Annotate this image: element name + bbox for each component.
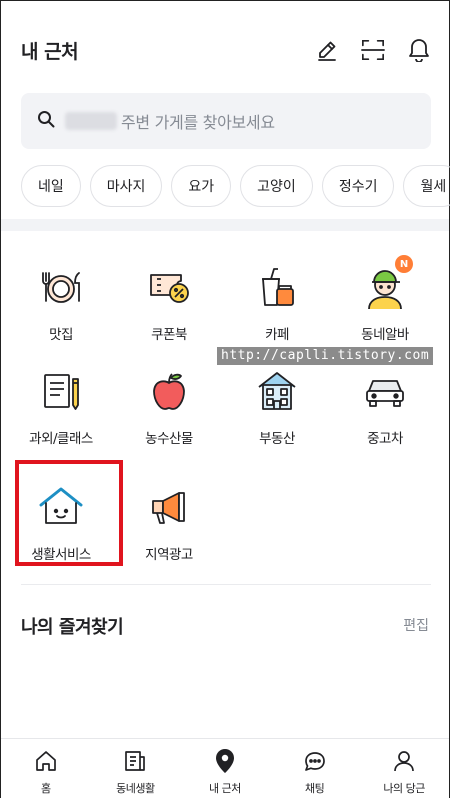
nav-nearby[interactable]: 내 근처 (180, 739, 270, 798)
header: 내 근처 (1, 1, 449, 81)
search-icon (37, 110, 55, 132)
edit-icon[interactable] (315, 37, 339, 63)
page-title: 내 근처 (21, 41, 79, 63)
category-label: 지역광고 (145, 547, 193, 563)
category-label: 과외/클래스 (29, 431, 93, 447)
cafe-icon (253, 263, 301, 311)
category-label: 중고차 (367, 431, 403, 447)
header-actions (315, 37, 431, 63)
nav-my-page[interactable]: 나의 당근 (359, 739, 449, 798)
nav-label: 동네생활 (116, 782, 155, 795)
favorites-edit-button[interactable]: 편집 (403, 615, 429, 635)
category-coupon[interactable]: 쿠폰북 (117, 263, 221, 363)
category-label: 농수산물 (145, 431, 193, 447)
chip-cat[interactable]: 고양이 (240, 165, 313, 207)
news-icon (122, 748, 148, 774)
watermark: http://caplli.tistory.com (217, 347, 434, 365)
category-label: 쿠폰북 (151, 327, 187, 343)
category-label: 부동산 (259, 431, 295, 447)
bell-icon[interactable] (407, 37, 431, 63)
category-label: 카페 (265, 327, 289, 343)
nav-community[interactable]: 동네생활 (91, 739, 181, 798)
search-input[interactable]: 주변 가게를 찾아보세요 (21, 93, 431, 149)
category-local-ads[interactable]: 지역광고 (117, 483, 221, 583)
new-badge: N (395, 255, 413, 273)
building-icon (253, 367, 301, 415)
favorites-title: 나의 즐겨찾기 (21, 617, 124, 638)
category-produce[interactable]: 농수산물 (117, 367, 221, 467)
chat-icon (302, 748, 328, 774)
category-label: 동네알바 (361, 327, 409, 343)
nav-label: 내 근처 (209, 782, 241, 795)
divider (21, 584, 431, 585)
megaphone-icon (145, 483, 193, 531)
chip-monthly-rent[interactable]: 월세 (403, 165, 450, 207)
worker-icon: N (361, 255, 413, 311)
keyword-chips: 네일 마사지 요가 고양이 정수기 월세 (21, 165, 450, 209)
nav-label: 나의 당근 (383, 782, 425, 795)
nav-chat[interactable]: 채팅 (270, 739, 360, 798)
car-icon (361, 367, 409, 415)
home-icon (33, 748, 59, 774)
nav-label: 홈 (40, 782, 51, 795)
nav-label: 채팅 (304, 782, 325, 795)
category-used-car[interactable]: 중고차 (333, 367, 437, 467)
scan-icon[interactable] (361, 37, 385, 63)
category-label: 맛집 (49, 327, 73, 343)
search-placeholder: 주변 가게를 찾아보세요 (121, 113, 275, 132)
highlight-box (15, 460, 123, 566)
apple-icon (145, 367, 193, 415)
plate-icon (37, 263, 85, 311)
category-restaurant[interactable]: 맛집 (9, 263, 113, 363)
section-divider (1, 219, 449, 231)
person-icon (391, 748, 417, 774)
category-class[interactable]: 과외/클래스 (9, 367, 113, 467)
notebook-icon (37, 367, 85, 415)
chip-massage[interactable]: 마사지 (89, 165, 163, 207)
category-real-estate[interactable]: 부동산 (225, 367, 329, 467)
coupon-icon (145, 263, 193, 311)
chip-nail[interactable]: 네일 (21, 165, 81, 207)
bottom-nav: 홈 동네생활 내 근처 채팅 나의 당근 (1, 738, 449, 798)
location-pin-icon (212, 748, 238, 774)
blurred-location (65, 112, 117, 130)
chip-yoga[interactable]: 요가 (171, 165, 232, 207)
nav-home[interactable]: 홈 (1, 739, 91, 798)
chip-water-purifier[interactable]: 정수기 (321, 165, 395, 207)
